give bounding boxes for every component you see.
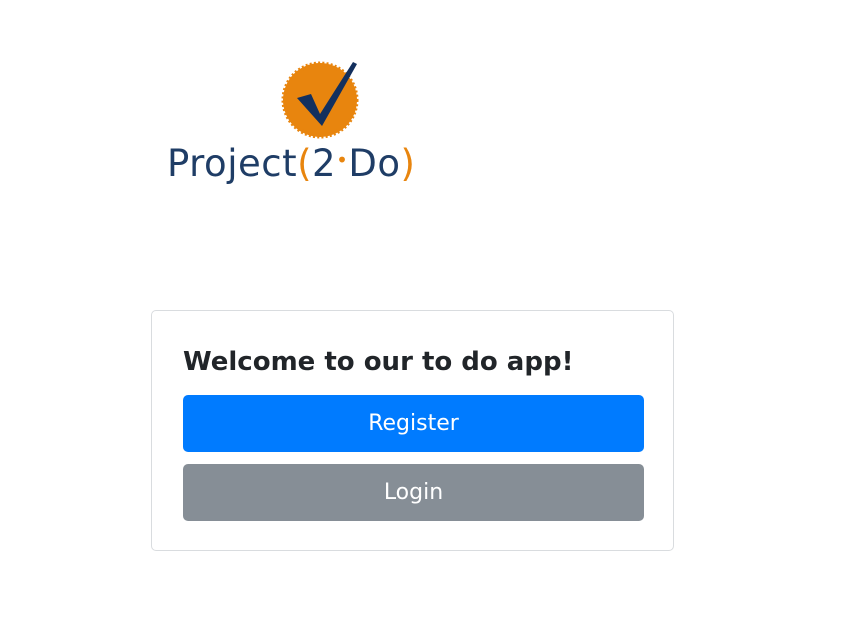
page: Project(2•Do) Welcome to our to do app! … — [0, 0, 866, 630]
logo-dot: • — [336, 148, 348, 172]
logo-word-project: Project — [167, 142, 297, 185]
logo-paren-open: ( — [297, 142, 312, 185]
logo-number: 2 — [312, 142, 336, 185]
project-2do-logo: Project(2•Do) — [165, 58, 505, 188]
logo-graphic: Project(2•Do) — [167, 61, 415, 185]
logo-paren-close: ) — [401, 142, 416, 185]
login-button[interactable]: Login — [183, 464, 644, 521]
svg-text:Project(2•Do): Project(2•Do) — [167, 142, 415, 185]
card-title: Welcome to our to do app! — [183, 347, 574, 377]
register-button[interactable]: Register — [183, 395, 644, 452]
logo-word-do: Do — [348, 142, 400, 185]
welcome-card: Welcome to our to do app! Register Login — [151, 310, 674, 551]
